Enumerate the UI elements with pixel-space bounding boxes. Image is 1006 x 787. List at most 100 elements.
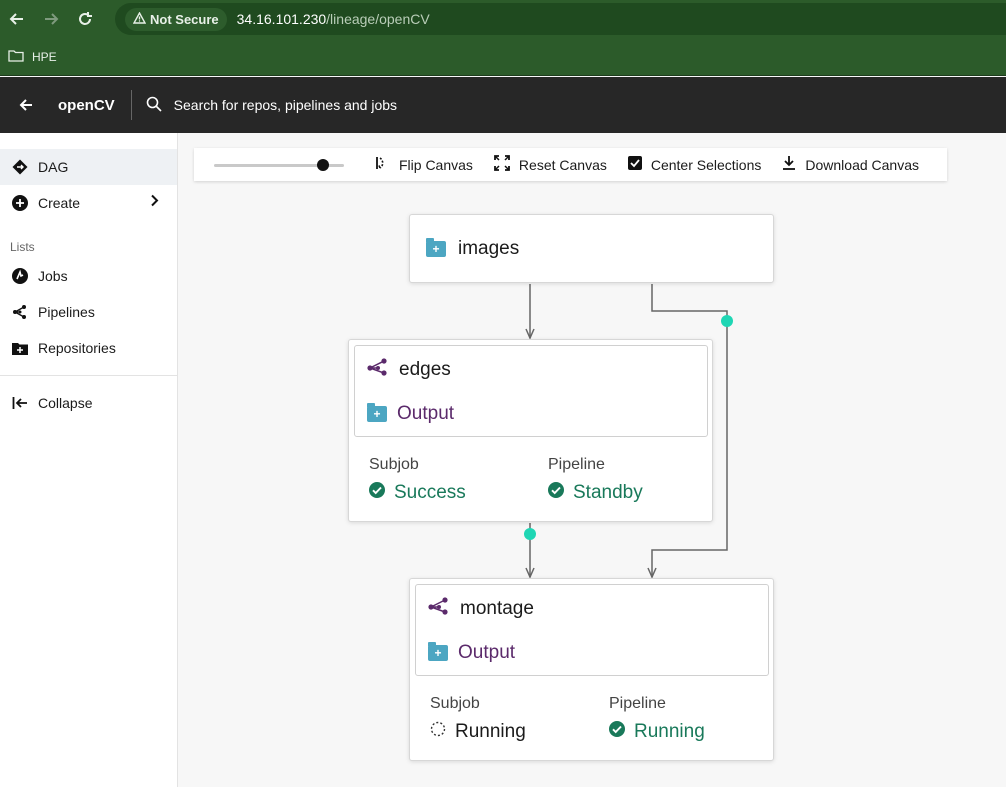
sidebar-item-create[interactable]: Create [0,185,177,221]
search-placeholder[interactable]: Search for repos, pipelines and jobs [174,97,397,113]
pipeline-heading: Pipeline [609,695,666,712]
back-button[interactable] [0,77,52,133]
browser-toolbar: Not Secure 34.16.101.230/lineage/openCV [0,0,1006,38]
address-bar[interactable]: Not Secure 34.16.101.230/lineage/openCV [115,3,1006,35]
bookmarks-bar: HPE [0,38,1006,76]
center-selections-label: Center Selections [650,156,762,173]
canvas-toolbar: Flip Canvas Reset Canvas Center Selectio… [194,148,947,181]
jobs-icon [12,268,28,284]
url-text[interactable]: 34.16.101.230/lineage/openCV [237,11,430,27]
sidebar-item-label: Jobs [38,268,68,284]
repository-icon [12,340,28,356]
url-path: /lineage/openCV [326,11,430,27]
pipeline-name: montage [460,598,534,619]
repo-name: images [458,237,520,259]
subjob-status-value: Running [430,721,526,743]
sidebar-item-collapse[interactable]: Collapse [0,385,177,421]
pipeline-status-text: Standby [573,482,643,503]
center-selections-toggle[interactable]: Center Selections [627,156,762,173]
sidebar-item-label: Create [38,195,81,211]
pipeline-header-box[interactable]: edges + Output [354,345,708,437]
back-arrow-icon[interactable] [0,0,34,38]
sidebar-item-pipelines[interactable]: Pipelines [0,294,177,330]
pipeline-name: edges [399,359,451,380]
url-host: 34.16.101.230 [236,11,327,27]
reset-canvas-label: Reset Canvas [518,156,607,173]
pipeline-title: montage [428,597,534,621]
sidebar-item-label: Collapse [38,395,93,411]
plus-circle-icon [12,195,28,211]
pipeline-node-montage[interactable]: montage + Output Subjob Running Pipeline [409,578,774,761]
pipeline-status-value: Running [609,721,705,743]
sidebar: DAG Create Lists Jobs Pipelines Reposito… [0,133,178,787]
warning-triangle-icon [132,11,147,27]
pipeline-title: edges [367,358,451,382]
edge-junction-dot [721,315,733,327]
reload-icon[interactable] [68,0,102,38]
lists-heading: Lists [10,240,35,254]
pipeline-status: Pipeline Standby [548,456,643,504]
reset-icon [494,155,510,174]
download-canvas-button[interactable]: Download Canvas [782,155,919,174]
sidebar-item-repositories[interactable]: Repositories [0,330,177,366]
reset-canvas-button[interactable]: Reset Canvas [494,155,607,174]
pipeline-node-edges[interactable]: edges + Output Subjob Success Pipeline S… [348,339,713,522]
subjob-heading: Subjob [430,695,480,712]
subjob-status-text: Success [394,482,466,503]
check-circle-icon [548,482,564,504]
repo-folder-icon: + [428,642,448,661]
search-bar[interactable]: Search for repos, pipelines and jobs [146,96,397,115]
repo-node-images[interactable]: + images [409,214,774,283]
flip-canvas-label: Flip Canvas [399,156,473,173]
check-circle-icon [369,482,385,504]
zoom-slider[interactable] [214,157,344,173]
check-circle-icon [609,721,625,743]
subjob-status-value: Success [369,482,466,504]
subjob-status: Subjob Running [430,695,526,743]
bookmark-hpe[interactable]: HPE [8,49,57,65]
pipeline-header-box[interactable]: montage + Output [415,584,769,676]
sidebar-item-dag[interactable]: DAG [0,149,177,185]
pipeline-heading: Pipeline [548,456,605,473]
download-icon [782,155,796,174]
sidebar-item-jobs[interactable]: Jobs [0,258,177,294]
zoom-slider-thumb[interactable] [316,158,329,171]
flip-icon [374,155,390,174]
pipeline-icon [12,304,28,320]
dag-icon [12,159,28,175]
output-label: Output [397,403,455,424]
forward-arrow-icon[interactable] [34,0,68,38]
subjob-status-text: Running [455,721,526,742]
output-label: Output [458,642,516,663]
pipeline-output-repo[interactable]: + Output [367,403,454,425]
edge-junction-dot [524,528,536,540]
collapse-icon [12,395,28,411]
sidebar-divider [0,375,177,376]
bookmark-label: HPE [32,49,57,64]
sidebar-item-label: Pipelines [38,304,95,320]
sidebar-item-label: DAG [38,159,69,175]
sidebar-item-label: Repositories [38,340,116,356]
security-indicator[interactable]: Not Secure [125,7,227,31]
pipeline-status-value: Standby [548,482,643,504]
download-canvas-label: Download Canvas [805,156,919,173]
project-title: openCV [52,90,132,120]
pipeline-status-text: Running [634,721,705,742]
checkbox-checked-icon [627,156,642,173]
dag-canvas[interactable]: + images edges + Output Subjob Success P… [178,183,1006,787]
folder-icon [8,49,24,65]
flip-canvas-button[interactable]: Flip Canvas [374,155,473,174]
search-icon [146,96,162,115]
pipeline-output-repo[interactable]: + Output [428,642,515,664]
repo-folder-icon: + [367,403,387,422]
chevron-right-icon [150,194,159,212]
subjob-status: Subjob Success [369,456,466,504]
security-label: Not Secure [150,11,219,27]
app-header: openCV Search for repos, pipelines and j… [0,77,1006,133]
subjob-heading: Subjob [369,456,419,473]
pipeline-icon [428,597,450,621]
repo-folder-icon: + [426,237,446,257]
spinner-icon [430,721,446,743]
arrow-left-icon [19,99,32,111]
pipeline-icon [367,358,389,382]
